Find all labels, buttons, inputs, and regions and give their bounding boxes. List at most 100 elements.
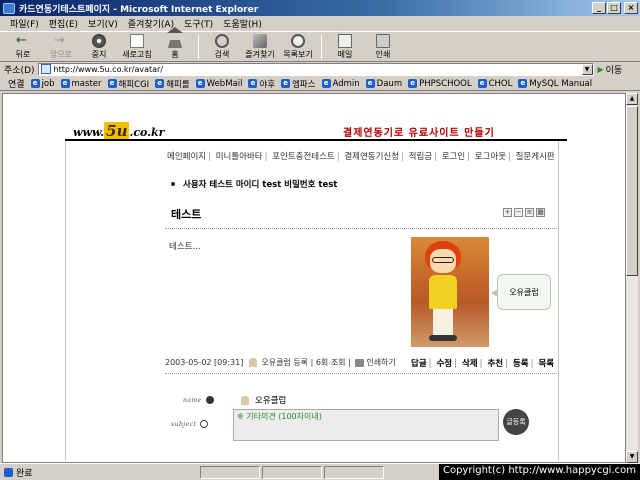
home-button[interactable]: 홈	[160, 27, 190, 60]
link-job[interactable]: e job	[30, 79, 55, 89]
stop-button[interactable]: 중지	[84, 34, 114, 60]
link-happyroll[interactable]: e 해피롤	[155, 78, 190, 90]
menu-edit[interactable]: 편집(E)	[49, 17, 78, 30]
address-dropdown-icon[interactable]: ▼	[581, 63, 593, 75]
nav-point-charge[interactable]: 포인트충전테스트	[270, 152, 337, 162]
link-label: WebMail	[206, 78, 243, 89]
zoom-out-icon[interactable]: −	[514, 208, 523, 217]
mail-icon	[338, 34, 352, 48]
avatar-glasses	[432, 257, 454, 263]
mail-button[interactable]: 메일	[330, 34, 360, 60]
refresh-button[interactable]: 새로고침	[122, 34, 152, 60]
comment-bubble-icon	[200, 420, 209, 428]
link-admin[interactable]: e Admin	[321, 78, 360, 89]
link-label: MySQL Manual	[529, 78, 593, 89]
history-icon	[291, 34, 305, 48]
status-text: 완료	[16, 468, 33, 479]
grid-view-icon[interactable]: ▦	[536, 208, 545, 217]
forward-button[interactable]: 앞으로	[46, 34, 76, 60]
link-empas[interactable]: e 엠파스	[281, 78, 316, 90]
history-button[interactable]: 목록보기	[283, 34, 313, 60]
nav-logout[interactable]: 로그아웃	[473, 152, 508, 162]
nav-sep: |	[208, 152, 211, 162]
web-page: www. 5u .co.kr 결제연동기로 유료사이트 만들기 메인페이지 | 미니툴…	[3, 94, 625, 462]
nav-avatar[interactable]: 미니툴아바타	[214, 152, 265, 162]
menu-bar: 파일(F) 편집(E) 보기(V) 즐겨찾기(A) 도구(T) 도움말(H)	[0, 16, 640, 32]
printer-icon	[376, 34, 390, 48]
window-titlebar: 카드연동기테스트페이지 - Microsoft Internet Explore…	[0, 0, 640, 16]
avatar-body	[429, 275, 457, 309]
recommend-link[interactable]: 추천	[487, 359, 503, 369]
scroll-thumb[interactable]	[626, 106, 638, 276]
reply-link[interactable]: 답글	[411, 359, 427, 369]
post-view-tools: + − ≡ ▦	[503, 208, 545, 217]
link-phpschool[interactable]: e PHPSCHOOL	[408, 78, 472, 89]
link-webmail[interactable]: e WebMail	[195, 78, 243, 89]
scroll-down-icon[interactable]: ▼	[626, 451, 638, 463]
avatar-legs	[433, 309, 453, 337]
nav-sep: |	[434, 152, 437, 162]
go-button[interactable]: 이동	[598, 63, 623, 76]
links-bar: 연결 e job e master e 해피CGI e 해피롤 e WebMail e 야후…	[0, 77, 640, 91]
ie-link-icon: e	[365, 79, 375, 88]
action-sep: |	[454, 359, 457, 369]
address-input[interactable]: http://www.5u.co.kr/avatar/ ▼	[37, 62, 594, 76]
nav-sep: |	[336, 152, 340, 162]
vertical-scrollbar[interactable]: ▲ ▼	[626, 93, 638, 463]
action-sep: |	[428, 359, 432, 369]
link-happycgi[interactable]: e 해피CGI	[107, 78, 149, 90]
ie-link-icon: e	[30, 79, 40, 88]
scroll-up-icon[interactable]: ▲	[626, 93, 638, 105]
ie-link-icon: e	[408, 79, 418, 88]
link-label: Daum	[376, 78, 403, 89]
logo-suffix: .co.kr	[129, 126, 165, 139]
menu-tools[interactable]: 도구(T)	[184, 17, 213, 30]
link-chol[interactable]: e CHOL	[477, 79, 512, 89]
edit-link[interactable]: 수정	[436, 359, 452, 369]
menu-view[interactable]: 보기(V)	[88, 17, 118, 30]
print-button[interactable]: 인쇄	[368, 34, 398, 60]
link-daum[interactable]: e Daum	[365, 78, 403, 89]
list-link[interactable]: 목록	[538, 359, 554, 369]
nav-payment-apply[interactable]: 결제연동기신청	[342, 152, 401, 162]
menu-file[interactable]: 파일(F)	[10, 17, 39, 30]
link-mysql-manual[interactable]: e MySQL Manual	[518, 79, 592, 89]
site-logo[interactable]: www. 5u .co.kr	[73, 122, 164, 140]
menu-help[interactable]: 도움말(H)	[223, 17, 262, 30]
link-yahoo[interactable]: e 야후	[248, 78, 275, 90]
comment-name: 오유클럽	[241, 394, 286, 406]
nav-savings[interactable]: 적립금	[407, 152, 434, 162]
comment-submit-button[interactable]: 글등록	[503, 409, 529, 435]
link-label: PHPSCHOOL	[419, 78, 472, 89]
delete-link[interactable]: 삭제	[462, 359, 478, 369]
search-button[interactable]: 검색	[207, 34, 237, 60]
post-author: 오유클럽 등록	[261, 358, 309, 367]
links-label: 연결	[8, 80, 25, 90]
close-button[interactable]: ×	[624, 2, 638, 14]
ie-link-icon: e	[60, 79, 70, 88]
back-button[interactable]: 뒤로	[8, 34, 38, 60]
ie-link-icon: e	[281, 79, 291, 88]
minimize-button[interactable]: _	[592, 2, 606, 14]
nav-qna-board[interactable]: 질문게시판	[514, 152, 557, 162]
site-nav: 메인페이지 | 미니툴아바타 | 포인트충전테스트 | 결제연동기신청 | 적립금 | 로…	[165, 150, 557, 162]
zoom-in-icon[interactable]: +	[503, 208, 512, 217]
nav-login[interactable]: 로그인	[440, 152, 467, 162]
profile-info: 사용자 테스트 마이디 test 비밀번호 test	[171, 178, 337, 190]
favorites-button[interactable]: 즐겨찾기	[245, 34, 275, 60]
nav-sep: |	[264, 152, 268, 162]
list-view-icon[interactable]: ≡	[525, 208, 534, 217]
person-icon	[241, 395, 249, 405]
maximize-button[interactable]: □	[607, 2, 621, 14]
link-master[interactable]: e master	[60, 79, 102, 89]
action-sep: |	[505, 359, 508, 369]
copyright-overlay: Copyright(c) http://www.happycgi.com	[438, 464, 640, 480]
ie-status-icon	[4, 467, 13, 477]
register-link[interactable]: 등록	[513, 359, 529, 369]
link-label: Admin	[332, 78, 360, 89]
nav-main[interactable]: 메인페이지	[165, 152, 208, 162]
print-link[interactable]: 인쇄하기	[366, 357, 395, 368]
status-text-area: 완료	[0, 466, 200, 479]
comment-textarea[interactable]: ※ 기타의견 (100자이내)	[233, 409, 499, 441]
window-controls: _ □ ×	[592, 2, 638, 14]
